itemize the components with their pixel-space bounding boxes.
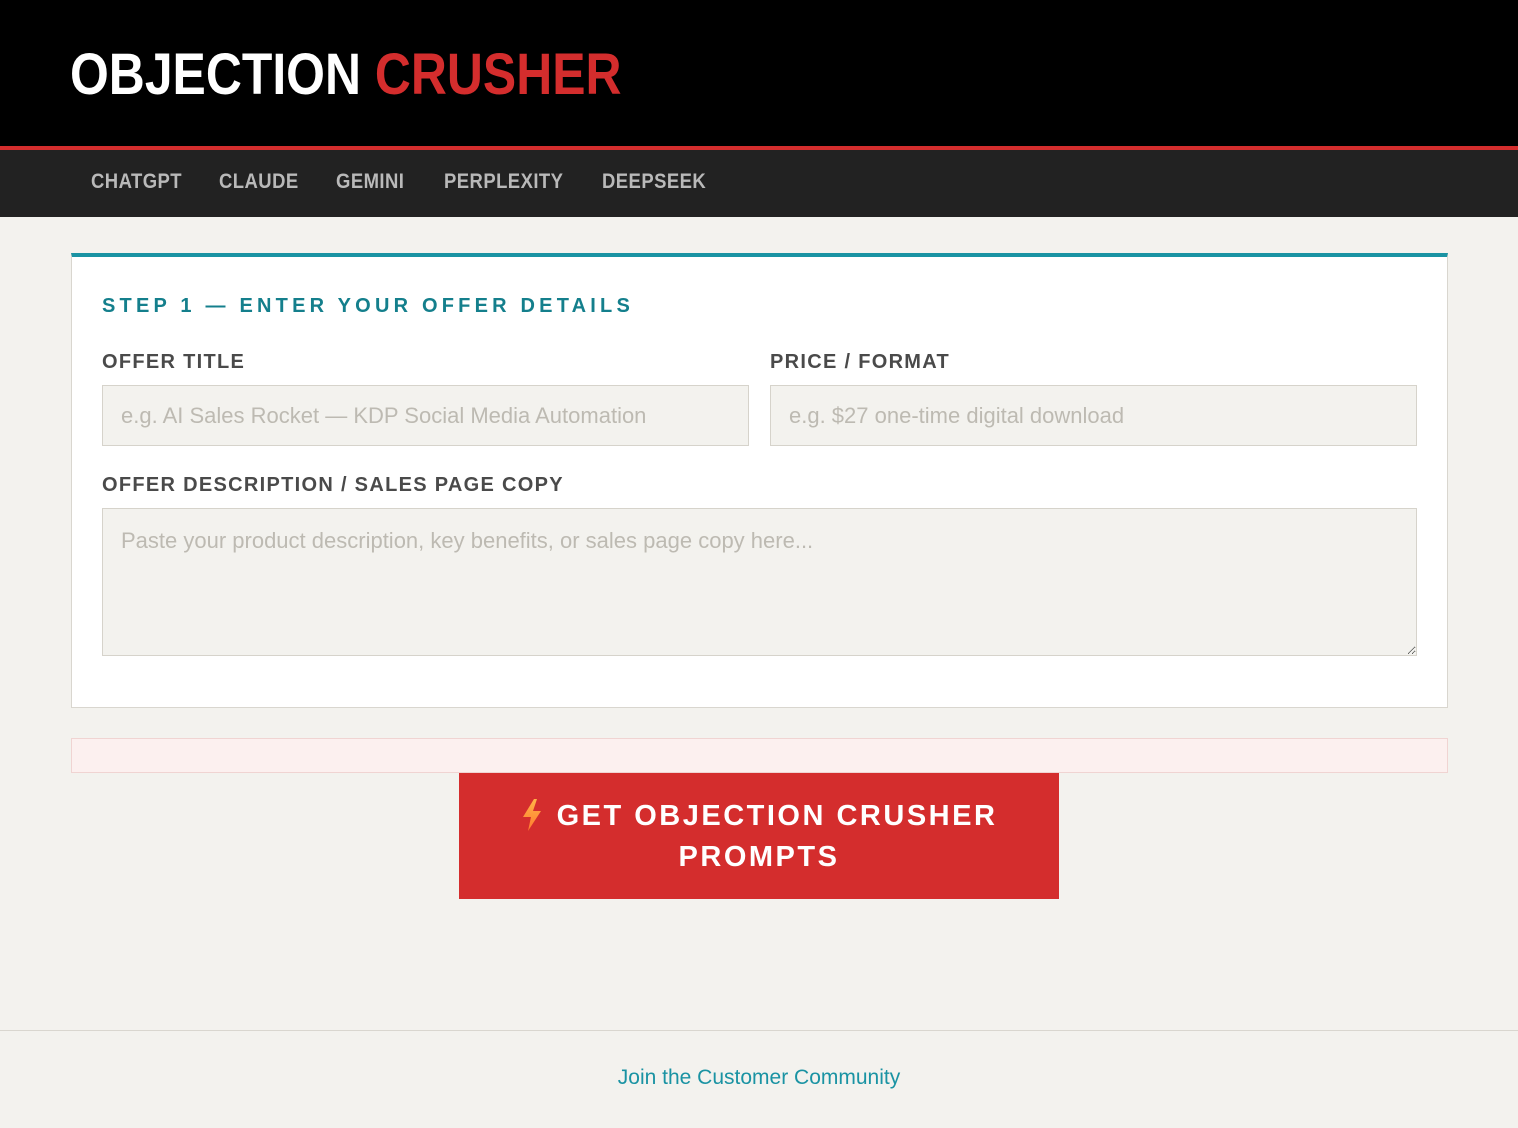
footer-divider [0, 1030, 1518, 1031]
brand-word-crusher: CRUSHER [374, 42, 622, 107]
nav-item-chatgpt[interactable]: CHATGPT [91, 150, 182, 217]
offer-description-textarea[interactable] [102, 508, 1417, 656]
lightning-bolt-icon [522, 799, 541, 831]
price-format-label: PRICE / FORMAT [770, 351, 951, 373]
nav-item-claude[interactable]: CLAUDE [219, 150, 299, 217]
site-header: OBJECTION CRUSHER [0, 0, 1518, 146]
offer-title-label: OFFER TITLE [102, 351, 246, 373]
offer-description-label: OFFER DESCRIPTION / SALES PAGE COPY [102, 474, 564, 496]
cta-line-2: PROMPTS [678, 841, 840, 873]
message-box [71, 738, 1448, 773]
main-nav: CHATGPT CLAUDE GEMINI PERPLEXITY DEEPSEE… [0, 150, 1518, 217]
step-title: STEP 1 — ENTER YOUR OFFER DETAILS [102, 295, 634, 317]
cta-line-1: GET OBJECTION CRUSHER [556, 800, 998, 832]
offer-details-card: STEP 1 — ENTER YOUR OFFER DETAILS OFFER … [71, 253, 1448, 708]
customer-community-link[interactable]: Join the Customer Community [0, 1066, 1518, 1090]
offer-title-input[interactable] [102, 385, 749, 446]
nav-item-perplexity[interactable]: PERPLEXITY [444, 150, 563, 217]
brand-logo[interactable]: OBJECTION CRUSHER [70, 40, 622, 110]
brand-word-objection: OBJECTION [70, 42, 362, 107]
price-format-input[interactable] [770, 385, 1417, 446]
get-prompts-button[interactable]: GET OBJECTION CRUSHER PROMPTS [459, 773, 1059, 899]
nav-item-deepseek[interactable]: DEEPSEEK [602, 150, 706, 217]
cta-label-wrap: GET OBJECTION CRUSHER PROMPTS [459, 796, 1059, 878]
nav-item-gemini[interactable]: GEMINI [336, 150, 404, 217]
